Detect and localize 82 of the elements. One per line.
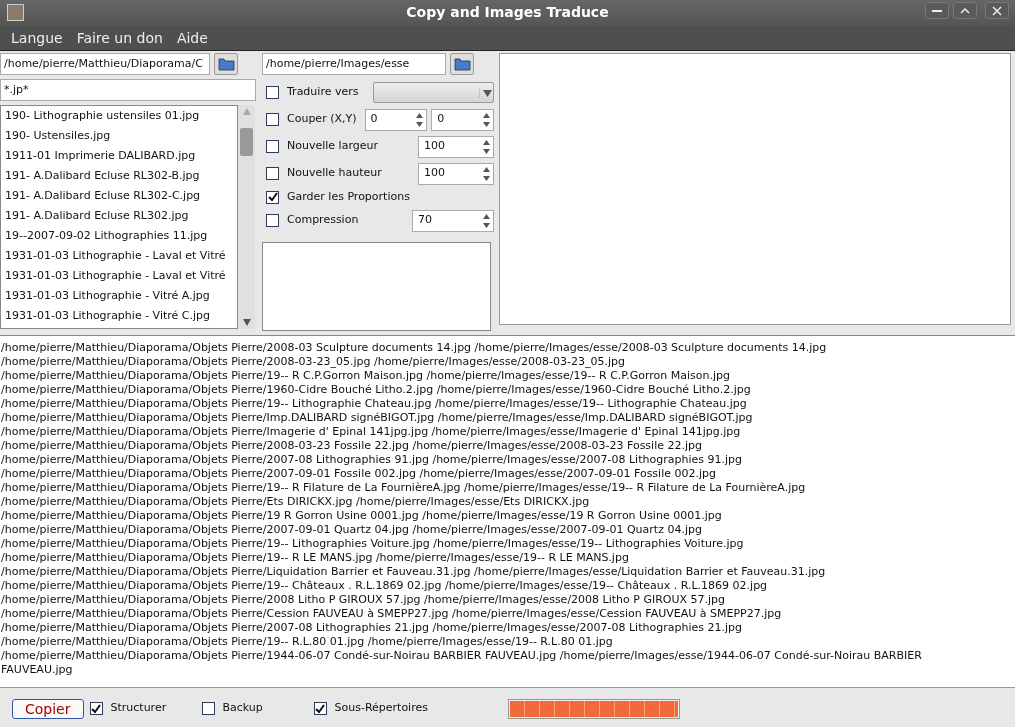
maximize-button[interactable] (953, 2, 977, 19)
log-line: /home/pierre/Matthieu/Diaporama/Objets Pierre/1944-06-07 Condé-sur-Noirau BARBIER FAUVEAU.jpg /home/pierre/Images/esse/1944-06-07 Condé-sur-Noirau BARBIER FAUVEAU.jpg (1, 649, 923, 677)
checkbox[interactable] (266, 140, 279, 153)
log-line: /home/pierre/Matthieu/Diaporama/Objets Pierre/Liquidation Barrier et Fauveau.31.jpg /home/pierre/Images/esse/Liquidation Barrier et Fauveau.31.jpg (1, 565, 827, 579)
scrollbar[interactable] (238, 105, 255, 329)
checkbox[interactable] (266, 167, 279, 180)
spin-field[interactable]: 0 (431, 108, 494, 131)
spin-arrows-icon[interactable] (483, 212, 490, 229)
minimize-button[interactable] (925, 2, 949, 19)
log-line: /home/pierre/Matthieu/Diaporama/Objets Pierre/19-- Châteaux . R.L.1869 02.jpg /home/pierre/Images/esse/19-- Châteaux . R.L.1869 02.jpg (1, 579, 769, 593)
checkbox[interactable] (266, 190, 279, 204)
spin-arrows-icon[interactable] (416, 111, 424, 128)
scroll-thumb[interactable] (240, 128, 253, 156)
log-line: /home/pierre/Matthieu/Diaporama/Objets Pierre/19-- R LE MANS.jpg /home/pierre/Images/esse/19-- R LE MANS.jpg (1, 551, 630, 565)
menu-item[interactable]: Faire un don (69, 25, 170, 50)
checkbox[interactable] (266, 86, 279, 99)
log-line: /home/pierre/Matthieu/Diaporama/Objets Pierre/Imagerie d' Epinal 141jpg.jpg /home/pierre/Images/esse/Imagerie d' Epinal 141jpg.jpg (1, 425, 742, 439)
dropdown-arrow-icon[interactable] (479, 87, 493, 98)
option-label: Structurer (110, 700, 167, 717)
log-line: /home/pierre/Matthieu/Diaporama/Objets Pierre/Ets DIRICKX.jpg /home/pierre/Images/esse/Ets DIRICKX.jpg (1, 495, 591, 509)
spin-field[interactable]: 100 (418, 135, 494, 158)
checkbox[interactable] (201, 702, 215, 715)
spin-arrows-icon[interactable] (483, 165, 490, 182)
spin-field[interactable]: 0 (364, 108, 428, 131)
text-area[interactable] (262, 242, 491, 331)
option-label: Sous-Répertoires (334, 700, 428, 717)
file-item[interactable]: 190- Lithographie ustensiles 01.jpg (1, 106, 237, 126)
file-item[interactable]: 1931-01-03 Lithographie - Vitré A.jpg (1, 286, 237, 306)
checkbox[interactable] (89, 702, 103, 715)
option-label: Couper (X,Y) (287, 111, 357, 128)
app-icon (7, 4, 24, 21)
file-item[interactable]: 191- A.Dalibard Ecluse RL302-C.jpg (1, 186, 237, 206)
file-item[interactable]: 1911-01 Imprimerie DALIBARD.jpg (1, 146, 237, 166)
log-line: /home/pierre/Matthieu/Diaporama/Objets Pierre/Cession FAUVEAU à SMEPP27.jpg /home/pierre/Images/esse/Cession FAUVEAU à SMEPP27.jpg (1, 607, 783, 621)
log-line: /home/pierre/Matthieu/Diaporama/Objets Pierre/19-- R Filature de La FournièreA.jpg /home/pierre/Images/esse/19-- R Filature de La FournièreA.jpg (1, 481, 807, 495)
checkbox[interactable] (313, 702, 327, 715)
spin-arrows-icon[interactable] (483, 138, 490, 155)
file-item[interactable]: 1931-01-03 Lithographie - Laval et Vitré (1, 246, 237, 266)
menu-item[interactable]: Langue (4, 25, 70, 50)
option-label: Garder les Proportions (287, 188, 410, 205)
option-label: Nouvelle hauteur (287, 165, 382, 182)
file-item[interactable]: 1931-01-03 Lithographie - Laval et Vitré (1, 266, 237, 286)
option-label: Backup (222, 700, 263, 717)
spin-field[interactable]: 70 (412, 209, 494, 232)
option-label: Compression (287, 212, 359, 229)
copier-button[interactable]: Copier (12, 698, 84, 719)
log-line: /home/pierre/Matthieu/Diaporama/Objets Pierre/19-- Lithographie Chateau.jpg /home/pierre/Images/esse/19-- Lithographie Chateau.jpg (1, 397, 748, 411)
scroll-down-icon[interactable] (242, 319, 251, 326)
file-item[interactable]: 191- A.Dalibard Ecluse RL302-B.jpg (1, 166, 237, 186)
checkbox[interactable] (266, 214, 279, 227)
option-label: Traduire vers (287, 84, 359, 101)
spin-arrows-icon[interactable] (483, 111, 490, 128)
log-line: /home/pierre/Matthieu/Diaporama/Objets Pierre/2007-08 Lithographies 91.jpg /home/pierre/Images/esse/2007-08 Lithographies 91.jpg (1, 453, 743, 467)
log-line: /home/pierre/Matthieu/Diaporama/Objets Pierre/2007-09-01 Quartz 04.jpg /home/pierre/Images/esse/2007-09-01 Quartz 04.jpg (1, 523, 703, 537)
filter-field[interactable]: *.jp* (0, 79, 256, 101)
log-line: /home/pierre/Matthieu/Diaporama/Objets Pierre/2007-08 Lithographies 21.jpg /home/pierre/Images/esse/2007-08 Lithographies 21.jpg (1, 621, 743, 635)
log-line: /home/pierre/Matthieu/Diaporama/Objets Pierre/2008-03 Sculpture documents 14.jpg /home/pierre/Images/esse/2008-03 Sculpture documents 14.jpg (1, 341, 828, 355)
log-line: /home/pierre/Matthieu/Diaporama/Objets Pierre/19-- R C.P.Gorron Maison.jpg /home/pierre/Images/esse/19-- R C.P.Gorron Maison.jpg (1, 369, 732, 383)
close-icon[interactable] (992, 5, 1002, 16)
file-item[interactable]: 1931-01-03 Lithographie - Vitré C.jpg (1, 306, 237, 326)
source-path-field[interactable]: /home/pierre/Matthieu/Diaporama/C (0, 53, 210, 75)
maximize-icon[interactable] (960, 7, 970, 14)
log-line: /home/pierre/Matthieu/Diaporama/Objets Pierre/2008 Litho P GIROUX 57.jpg /home/pierre/Images/esse/2008 Litho P GIROUX 57.jpg (1, 593, 727, 607)
destination-path-field[interactable]: /home/pierre/Images/esse (262, 53, 446, 75)
log-line: /home/pierre/Matthieu/Diaporama/Objets Pierre/Imp.DALIBARD signéBIGOT.jpg /home/pierre/Images/esse/Imp.DALIBARD signéBIGOT.jpg (1, 411, 754, 425)
file-item[interactable]: 190- Ustensiles.jpg (1, 126, 237, 146)
log-line: /home/pierre/Matthieu/Diaporama/Objets Pierre/1960-Cidre Bouché Litho.2.jpg /home/pierre/Images/esse/1960-Cidre Bouché Litho.2.jpg (1, 383, 752, 397)
log-line: /home/pierre/Matthieu/Diaporama/Objets Pierre/19-- Lithographies Voiture.jpg /home/pierre/Images/esse/19-- Lithographies Voiture.jpg (1, 537, 745, 551)
option-label: Nouvelle largeur (287, 138, 378, 155)
menu-item[interactable]: Aide (169, 25, 215, 50)
log-line: /home/pierre/Matthieu/Diaporama/Objets Pierre/19 R Gorron Usine 0001.jpg /home/pierre/Images/esse/19 R Gorron Usine 0001.jpg (1, 509, 723, 523)
file-item[interactable]: 191- A.Dalibard Ecluse RL302.jpg (1, 206, 237, 226)
checkbox[interactable] (266, 113, 279, 126)
minimize-icon[interactable] (932, 9, 942, 12)
log-line: /home/pierre/Matthieu/Diaporama/Objets Pierre/2008-03-23 Fossile 22.jpg /home/pierre/Images/esse/2008-03-23 Fossile 22.jpg (1, 439, 703, 453)
spin-field[interactable]: 100 (418, 162, 494, 185)
log-line: /home/pierre/Matthieu/Diaporama/Objets Pierre/19-- R.L.80 01.jpg /home/pierre/Images/esse/19-- R.L.80 01.jpg (1, 635, 614, 649)
close-button[interactable] (985, 2, 1009, 19)
log-line: /home/pierre/Matthieu/Diaporama/Objets Pierre/2007-09-01 Fossile 002.jpg /home/pierre/Images/esse/2007-09-01 Fossile 002.jpg (1, 467, 717, 481)
file-item[interactable]: 19--2007-09-02 Lithographies 11.jpg (1, 226, 237, 246)
window-title: Copy and Images Traduce (406, 3, 609, 22)
log-line: /home/pierre/Matthieu/Diaporama/Objets Pierre/2008-03-23_05.jpg /home/pierre/Images/esse/2008-03-23_05.jpg (1, 355, 626, 369)
